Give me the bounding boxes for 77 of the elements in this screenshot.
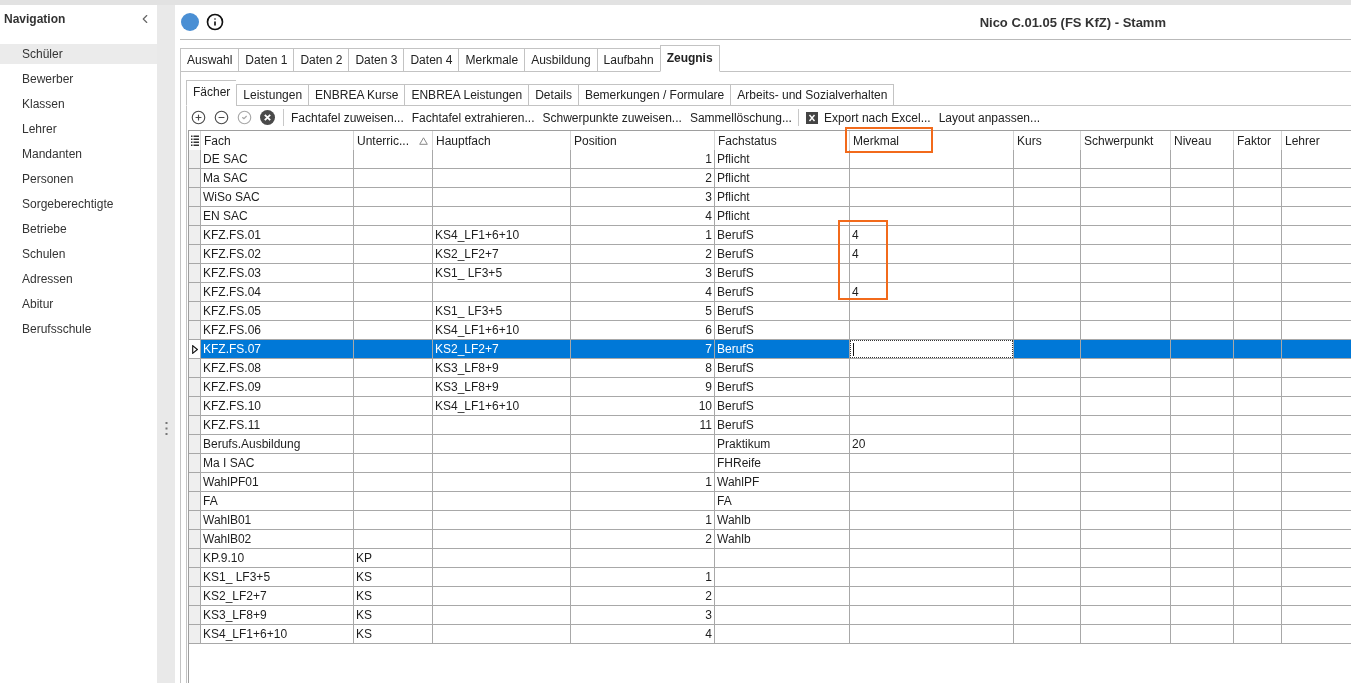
- table-row[interactable]: KFZ.FS.04 4 BerufS 4: [189, 283, 1351, 302]
- toolbar-button[interactable]: Fachtafel extrahieren...: [409, 108, 537, 127]
- cell-editor-field[interactable]: [850, 340, 1013, 358]
- column-header[interactable]: Faktor: [1234, 131, 1282, 150]
- check-icon: [237, 110, 252, 125]
- table-row[interactable]: WahlB01 1 Wahlb: [189, 511, 1351, 530]
- x-square-icon: [805, 111, 818, 124]
- row-selector[interactable]: [189, 340, 201, 359]
- table-cell: KS4_LF1+6+10: [201, 625, 354, 644]
- tab[interactable]: Daten 2: [293, 48, 349, 72]
- export-label: Export nach Excel...: [823, 111, 931, 124]
- tab[interactable]: ENBREA Kurse: [308, 84, 405, 106]
- column-header[interactable]: Fach: [201, 131, 354, 150]
- circle-icon: [181, 13, 199, 31]
- list-icon[interactable]: [190, 135, 199, 146]
- tab[interactable]: Fächer: [186, 80, 237, 106]
- table-row[interactable]: Berufs.Ausbildung Praktikum 20: [189, 435, 1351, 454]
- tab[interactable]: Arbeits- und Sozialverhalten: [730, 84, 895, 106]
- column-header[interactable]: Hauptfach: [433, 131, 571, 150]
- table-row[interactable]: KFZ.FS.09 KS3_LF8+9 9 BerufS: [189, 378, 1351, 397]
- table-row[interactable]: FA FA: [189, 492, 1351, 511]
- table-cell: KS: [354, 625, 433, 644]
- table-row[interactable]: WiSo SAC 3 Pflicht: [189, 188, 1351, 207]
- table-row[interactable]: Ma I SAC FHReife: [189, 454, 1351, 473]
- toolbar-button[interactable]: Layout anpassen...: [936, 108, 1043, 127]
- close-icon: [260, 110, 275, 125]
- table-row[interactable]: KFZ.FS.07 KS2_LF2+7 7 BerufS: [189, 340, 1351, 359]
- window-title: Nico C.01.05 (FS KfZ) - Stamm: [979, 15, 1166, 29]
- tab[interactable]: Details: [528, 84, 578, 106]
- tab[interactable]: Bemerkungen / Formulare: [577, 84, 731, 106]
- table-row[interactable]: Ma SAC 2 Pflicht: [189, 169, 1351, 188]
- table-row[interactable]: KS3_LF8+9 KS 3: [189, 606, 1351, 625]
- table-row[interactable]: KFZ.FS.10 KS4_LF1+6+10 10 BerufS: [189, 397, 1351, 416]
- tab[interactable]: Daten 4: [403, 48, 459, 72]
- column-header[interactable]: Merkmal: [850, 131, 1014, 150]
- table-row[interactable]: KFZ.FS.05 KS1_ LF3+5 5 BerufS: [189, 302, 1351, 321]
- tab[interactable]: Zeugnis: [659, 45, 720, 72]
- splitter-grip-icon[interactable]: [164, 422, 168, 435]
- nav-item[interactable]: Schüler: [0, 44, 157, 64]
- toolbar-button[interactable]: Fachtafel zuweisen...: [289, 108, 406, 127]
- table-row[interactable]: KS2_LF2+7 KS 2: [189, 587, 1351, 606]
- tab[interactable]: Merkmale: [458, 48, 525, 72]
- export-button[interactable]: Export nach Excel...: [803, 108, 933, 127]
- tab[interactable]: Auswahl: [180, 48, 239, 72]
- tab[interactable]: Leistungen: [236, 84, 309, 106]
- column-header[interactable]: Unterric...: [354, 131, 433, 150]
- tab[interactable]: Ausbildung: [524, 48, 597, 72]
- column-header[interactable]: Kurs: [1014, 131, 1081, 150]
- tab[interactable]: Daten 1: [238, 48, 294, 72]
- table-cell: 4: [571, 625, 715, 644]
- table-row[interactable]: WahlPF01 1 WahlPF: [189, 473, 1351, 492]
- tab[interactable]: Laufbahn: [596, 48, 660, 72]
- column-header[interactable]: Schwerpunkt: [1081, 131, 1171, 150]
- table-row[interactable]: KFZ.FS.02 KS2_LF2+7 2 BerufS 4: [189, 245, 1351, 264]
- column-header[interactable]: Position: [571, 131, 715, 150]
- toolbar-button[interactable]: Schwerpunkte zuweisen...: [540, 108, 684, 127]
- table-row[interactable]: KS1_ LF3+5 KS 1: [189, 568, 1351, 587]
- column-header[interactable]: Niveau: [1171, 131, 1234, 150]
- tab[interactable]: ENBREA Leistungen: [404, 84, 529, 106]
- tab[interactable]: Daten 3: [348, 48, 404, 72]
- remove-icon: [214, 110, 229, 125]
- table-row[interactable]: DE SAC 1 Pflicht: [189, 150, 1351, 169]
- column-header[interactable]: Fachstatus: [715, 131, 850, 150]
- add-icon: [191, 110, 206, 125]
- toolbar-button[interactable]: Sammellöschung...: [687, 108, 794, 127]
- table-row[interactable]: KS4_LF1+6+10 KS 4: [189, 625, 1351, 644]
- table-row[interactable]: KFZ.FS.11 11 BerufS: [189, 416, 1351, 435]
- table-row[interactable]: EN SAC 4 Pflicht: [189, 207, 1351, 226]
- info-icon[interactable]: [206, 13, 224, 31]
- table-row[interactable]: KP.9.10 KP: [189, 549, 1351, 568]
- table-row[interactable]: KFZ.FS.03 KS1_ LF3+5 3 BerufS: [189, 264, 1351, 283]
- table-row[interactable]: KFZ.FS.08 KS3_LF8+9 8 BerufS: [189, 359, 1351, 378]
- table-row[interactable]: KFZ.FS.06 KS4_LF1+6+10 6 BerufS: [189, 321, 1351, 340]
- navigation-title: Navigation: [4, 12, 66, 25]
- table-row[interactable]: WahlB02 2 Wahlb: [189, 530, 1351, 549]
- table-row[interactable]: KFZ.FS.01 KS4_LF1+6+10 1 BerufS 4: [189, 226, 1351, 245]
- text-cursor-icon: [853, 342, 854, 356]
